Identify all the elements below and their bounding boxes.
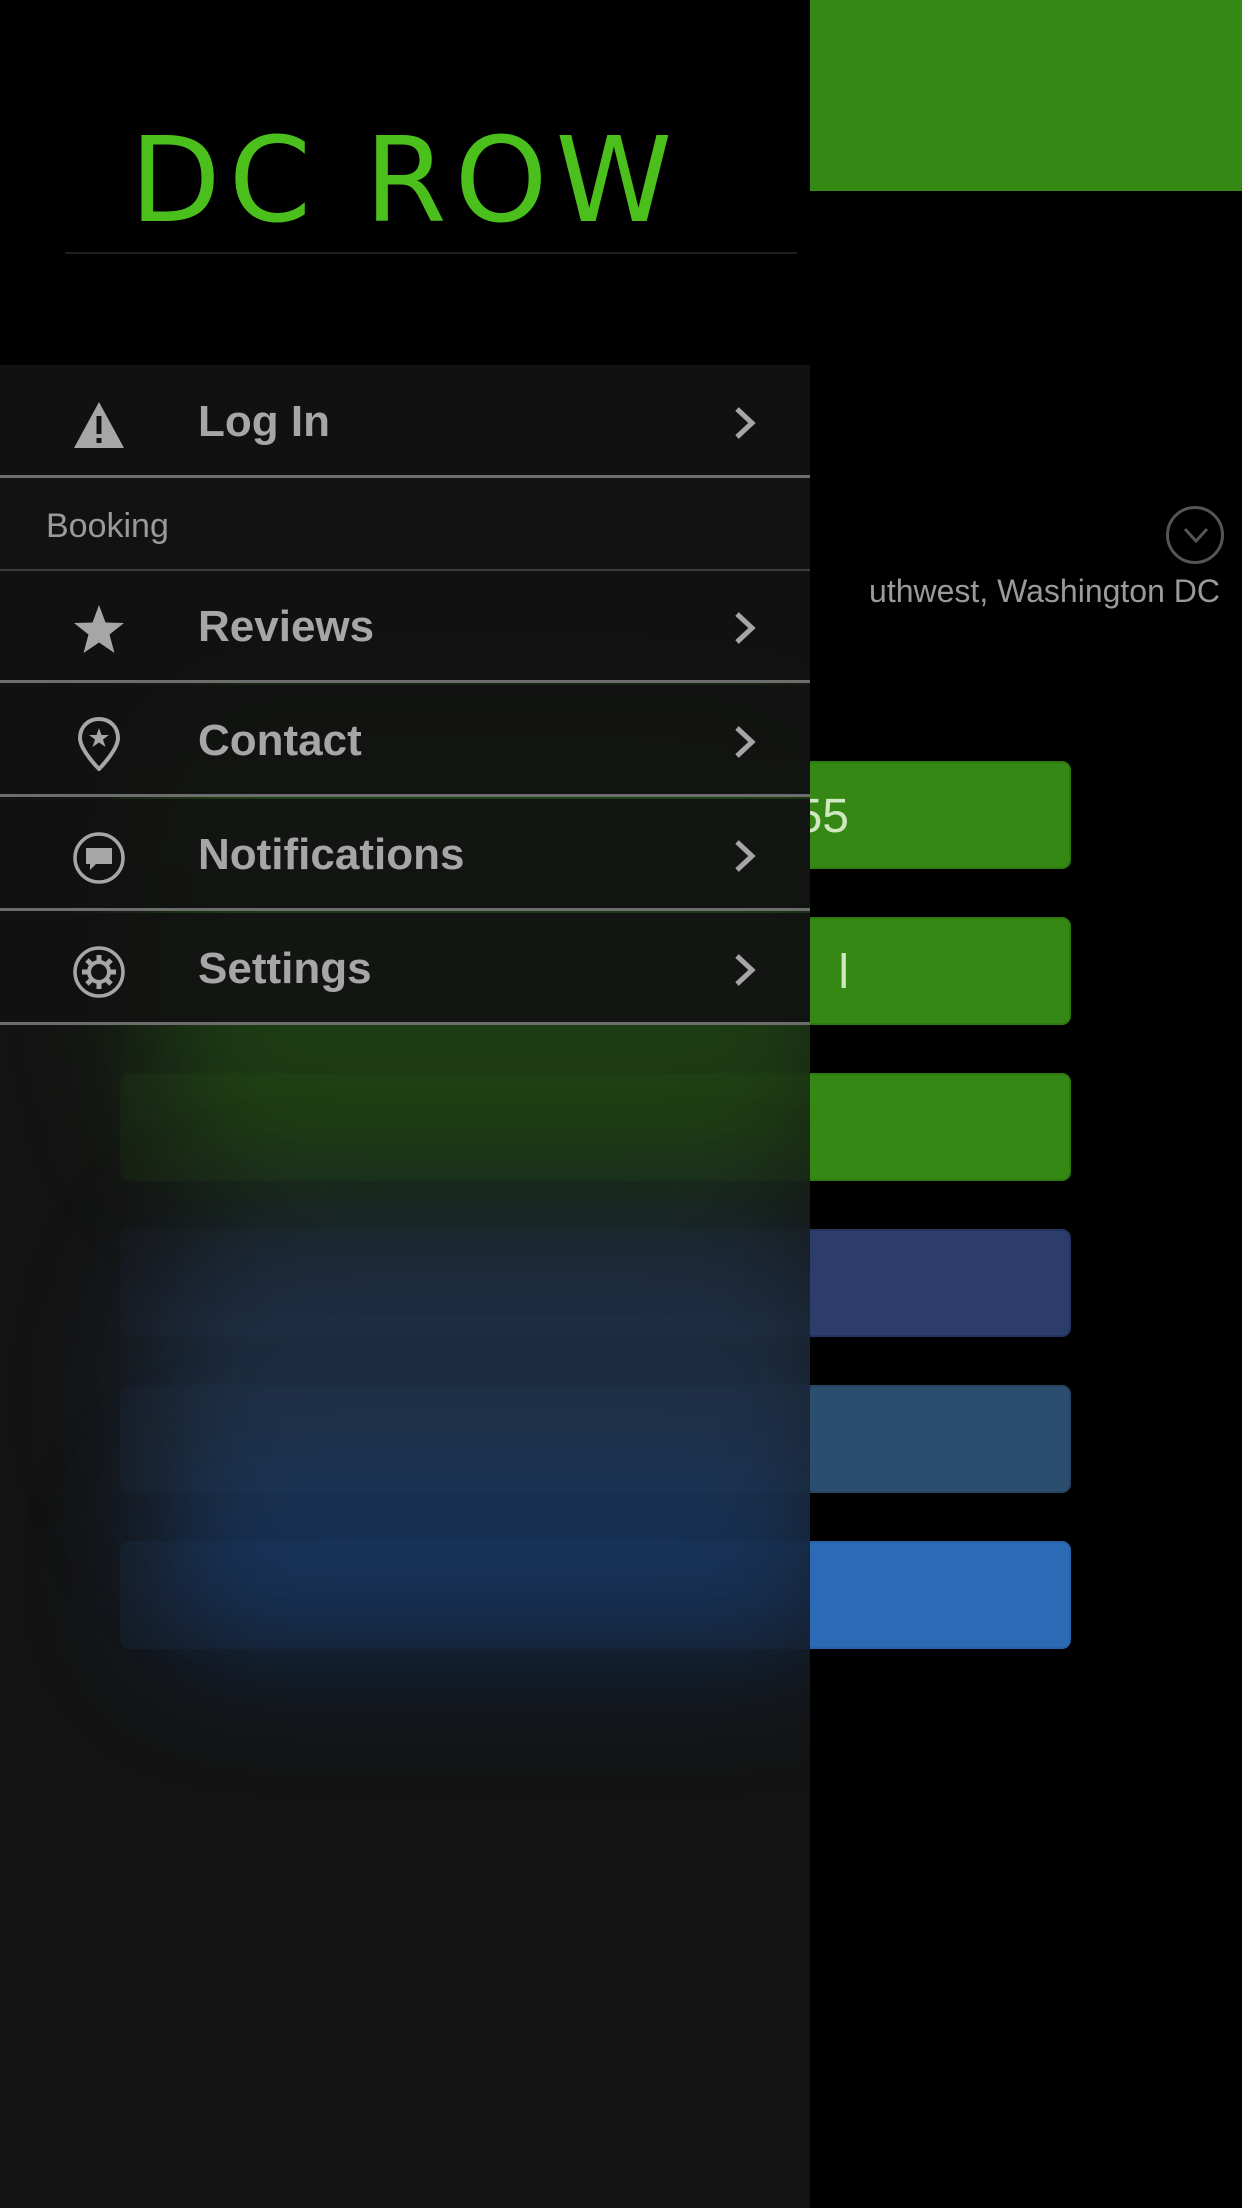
menu-item-label: Reviews: [198, 602, 375, 651]
menu-item-label: Log In: [198, 397, 330, 446]
menu-item-settings[interactable]: Settings: [0, 913, 810, 1025]
chevron-right-icon: [735, 612, 756, 644]
chevron-down-icon: [1183, 527, 1209, 544]
chevron-right-icon: [735, 726, 756, 758]
section-header-booking: Booking: [0, 481, 810, 571]
chevron-right-icon: [735, 954, 756, 986]
app-screen: uthwest, Washington DC 55 l DC ROW Log I…: [0, 0, 1242, 2208]
logo-divider: [65, 252, 797, 254]
menu-item-label: Notifications: [198, 830, 465, 879]
side-drawer: DC ROW Log In Booking Reviews Contact No…: [0, 0, 810, 2208]
chevron-right-icon: [735, 407, 756, 439]
section-header-label: Booking: [46, 507, 169, 545]
chevron-right-icon: [735, 840, 756, 872]
menu-item-log-in[interactable]: Log In: [0, 366, 810, 478]
expand-chevron-button[interactable]: [1166, 506, 1224, 564]
app-logo: DC ROW: [129, 111, 681, 249]
menu-item-label: Contact: [198, 716, 362, 765]
gear-icon: [73, 946, 125, 998]
menu-item-reviews[interactable]: Reviews: [0, 571, 810, 683]
location-pin-icon: [77, 717, 121, 771]
menu-item-label: Settings: [198, 944, 372, 993]
star-icon: [74, 605, 124, 653]
menu-item-notifications[interactable]: Notifications: [0, 799, 810, 911]
chat-bubble-icon: [73, 832, 125, 884]
warning-icon: [74, 402, 124, 448]
menu-item-contact[interactable]: Contact: [0, 685, 810, 797]
drawer-header: DC ROW: [0, 0, 810, 365]
drawer-glow-blue: [150, 1480, 810, 1660]
